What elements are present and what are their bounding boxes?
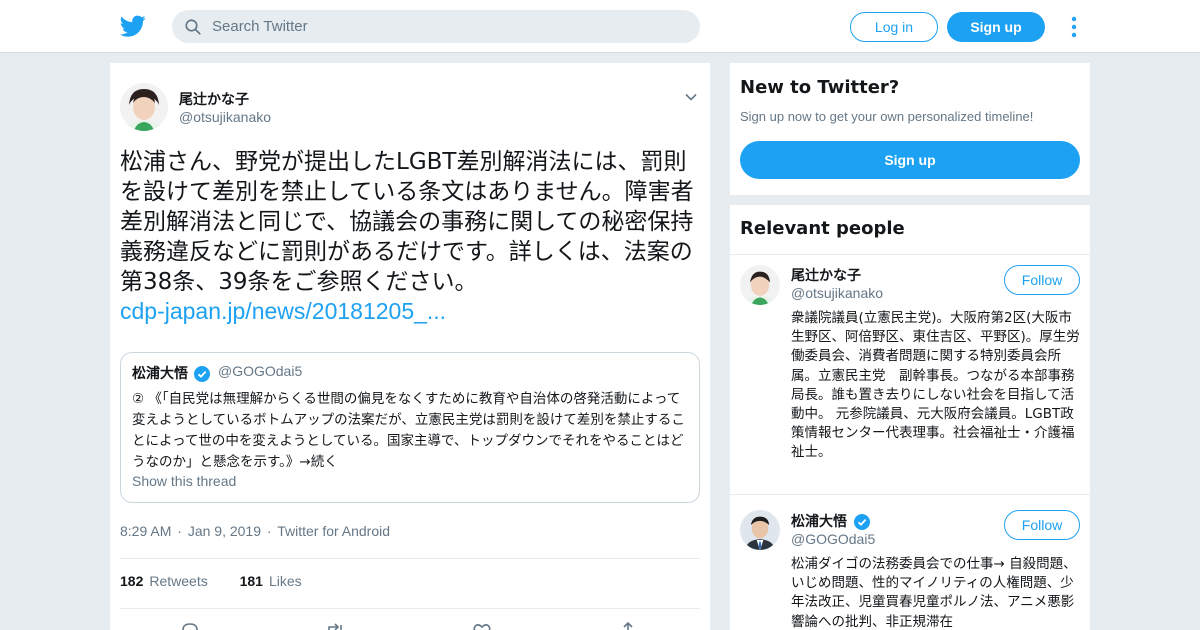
person-handle[interactable]: @otsujikanako (791, 285, 883, 301)
tweet-metadata: 8:29 AM · Jan 9, 2019 · Twitter for Andr… (120, 523, 392, 539)
quoted-author-handle: @GOGOdai5 (218, 363, 303, 379)
tweet-stats: 182 Retweets 181 Likes (120, 573, 330, 589)
retweets-stat[interactable]: 182 Retweets (120, 573, 208, 589)
meta-separator: · (177, 523, 182, 539)
chevron-down-icon[interactable] (684, 90, 698, 104)
person-handle[interactable]: @GOGOdai5 (791, 531, 875, 547)
vertical-dots-icon[interactable] (1067, 16, 1081, 38)
likes-stat[interactable]: 181 Likes (240, 573, 302, 589)
twitter-bird-icon[interactable] (120, 13, 146, 39)
divider (730, 494, 1090, 495)
tweet-text: 松浦さん、野党が提出したLGBT差別解消法には、罰則を設けて差別を禁止している条… (120, 149, 694, 295)
quoted-tweet-text: ② 《「自民党は無理解からくる世間の偏見をなくすために教育や自治体の啓発活動によ… (132, 391, 685, 470)
meta-separator: · (266, 523, 272, 539)
search-icon (185, 19, 201, 35)
panel-subtitle: Sign up now to get your own personalized… (740, 109, 1034, 124)
login-button[interactable]: Log in (850, 12, 938, 42)
follow-button[interactable]: Follow (1004, 265, 1080, 295)
quoted-author-name: 松浦大悟 (132, 366, 188, 382)
person-bio: 松浦ダイゴの法務委員会での仕事→ 自殺問題、いじめ問題、性的マイノリティの人権問… (791, 556, 1077, 630)
search-bar[interactable] (172, 10, 700, 43)
likes-label: Likes (268, 573, 302, 589)
divider (120, 608, 700, 609)
panel-title: Relevant people (740, 218, 905, 239)
tweet-link[interactable]: cdp-japan.jp/news/20181205_... (120, 298, 446, 325)
sidebar-signup-button[interactable]: Sign up (740, 141, 1080, 179)
person-bio: 衆議院議員(立憲民主党)。大阪府第2区(大阪市 生野区、阿倍野区、東住吉区、平野… (791, 310, 1080, 461)
person-name[interactable]: 尾辻かな子 (791, 265, 861, 285)
avatar[interactable] (740, 510, 780, 550)
person-name[interactable]: 松浦大悟 (791, 511, 847, 531)
retweet-icon[interactable] (324, 621, 346, 630)
verified-badge-icon (854, 514, 870, 530)
likes-count: 181 (239, 573, 263, 589)
avatar[interactable] (740, 265, 780, 305)
reply-icon[interactable] (180, 621, 200, 630)
relevant-people-panel: Relevant people 尾辻かな子 @otsujikanako Foll… (730, 205, 1090, 630)
new-to-twitter-panel: New to Twitter? Sign up now to get your … (730, 63, 1090, 195)
divider (730, 254, 1090, 255)
tweet-time[interactable]: 8:29 AM (120, 523, 171, 539)
tweet-source: Twitter for Android (277, 523, 391, 539)
top-navigation-bar: Log in Sign up (0, 0, 1200, 53)
avatar[interactable] (120, 83, 168, 131)
tweet-card: 尾辻かな子 @otsujikanako 松浦さん、野党が提出したLGBT差別解消… (110, 63, 710, 630)
panel-title: New to Twitter? (740, 77, 900, 98)
follow-button[interactable]: Follow (1004, 510, 1080, 540)
signup-button[interactable]: Sign up (947, 12, 1045, 42)
verified-badge-icon (194, 366, 210, 382)
share-icon[interactable] (618, 621, 638, 630)
retweets-label: Retweets (149, 573, 208, 589)
show-thread-link[interactable]: Show this thread (132, 473, 236, 489)
author-handle[interactable]: @otsujikanako (179, 109, 271, 125)
retweets-count: 182 (120, 573, 144, 589)
tweet-date[interactable]: Jan 9, 2019 (188, 523, 261, 539)
divider (120, 558, 700, 559)
search-input[interactable] (212, 10, 682, 43)
quoted-tweet[interactable]: 松浦大悟 @GOGOdai5 ② 《「自民党は無理解からくる世間の偏見をなくすた… (120, 352, 700, 503)
author-name[interactable]: 尾辻かな子 (179, 89, 249, 109)
like-icon[interactable] (472, 621, 492, 630)
